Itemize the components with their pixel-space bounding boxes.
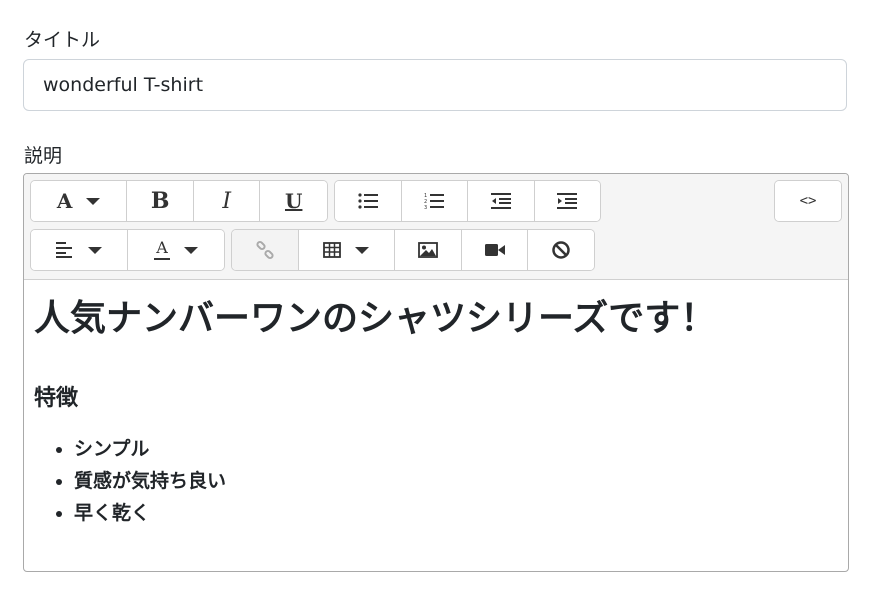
underline-button[interactable]: U [260, 181, 327, 221]
title-input[interactable] [23, 59, 847, 111]
font-color-icon: A [154, 240, 170, 260]
editor-content[interactable]: 人気ナンバーワンのシャツシリーズです！ 特徴 シンプル 質感が気持ち良い 早く乾… [24, 279, 848, 571]
outdent-button[interactable] [468, 181, 535, 221]
paragraph-group: A [30, 229, 225, 271]
list-group: 1 2 3 [334, 180, 601, 222]
video-button[interactable] [461, 230, 529, 270]
picture-button[interactable] [395, 230, 462, 270]
unordered-list-icon [358, 193, 378, 209]
bold-icon: B [150, 188, 170, 214]
outdent-icon [490, 193, 511, 209]
italic-icon: I [222, 188, 232, 214]
clear-format-icon [552, 241, 570, 259]
content-subheading: 特徴 [34, 386, 79, 411]
code-view-group: <> [774, 180, 842, 222]
description-label: 説明 [24, 145, 63, 167]
bold-button[interactable]: B [127, 181, 194, 221]
link-button[interactable] [232, 230, 299, 270]
ordered-list-icon: 1 2 3 [424, 193, 445, 210]
font-color-dropdown[interactable]: A [128, 230, 224, 270]
list-item: 早く乾く [74, 497, 838, 529]
insert-group [231, 229, 595, 271]
font-style-icon: A [56, 189, 73, 213]
ordered-list-button[interactable]: 1 2 3 [401, 181, 468, 221]
chevron-down-icon [88, 246, 102, 254]
font-style-dropdown[interactable]: A [31, 181, 128, 221]
text-style-group: A B I U [30, 180, 328, 222]
title-label: タイトル [24, 29, 101, 51]
link-icon [256, 240, 274, 260]
chevron-down-icon [355, 246, 370, 254]
align-left-icon [56, 242, 72, 258]
unordered-list-button[interactable] [335, 181, 402, 221]
picture-icon [418, 242, 438, 258]
indent-icon [557, 193, 578, 209]
chevron-down-icon [184, 246, 198, 254]
list-item: シンプル [74, 433, 838, 465]
italic-button[interactable]: I [193, 181, 261, 221]
indent-button[interactable] [534, 181, 600, 221]
table-icon [323, 242, 342, 258]
color-underline-bar [154, 258, 170, 260]
content-heading: 人気ナンバーワンのシャツシリーズです！ [34, 298, 717, 339]
clear-format-button[interactable] [528, 230, 594, 270]
table-dropdown[interactable] [298, 230, 396, 270]
feature-list: シンプル 質感が気持ち良い 早く乾く [34, 433, 838, 529]
paragraph-align-dropdown[interactable] [31, 230, 128, 270]
code-view-icon: <> [799, 193, 817, 209]
list-item: 質感が気持ち良い [74, 465, 838, 497]
video-icon [484, 244, 505, 256]
font-color-glyph: A [156, 238, 168, 257]
chevron-down-icon [86, 197, 101, 205]
editor-toolbar: A B I U 1 2 3 <> A [24, 174, 848, 280]
code-view-button[interactable]: <> [775, 181, 841, 221]
underline-icon: U [284, 189, 303, 213]
rich-text-editor: A B I U 1 2 3 <> A 人気ナンバーワンのシャツシリーズです！ 特… [23, 173, 849, 572]
svg-text:3: 3 [424, 205, 427, 210]
